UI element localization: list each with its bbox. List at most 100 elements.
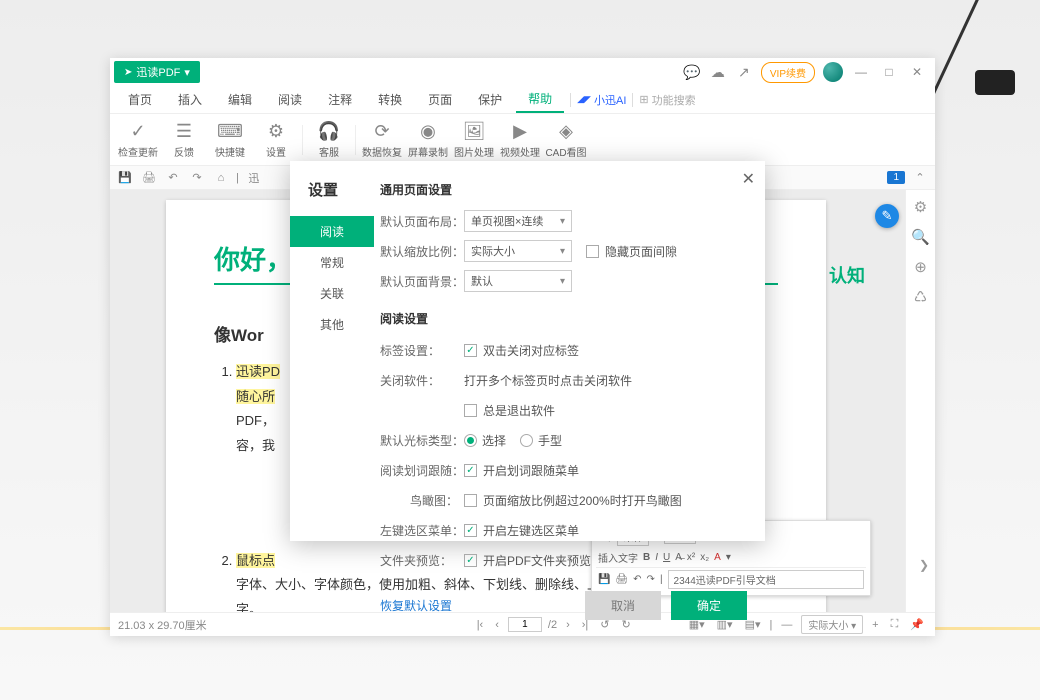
chat-icon[interactable]: 💬 <box>679 59 705 85</box>
setting-label: 默认缩放比例： <box>380 243 464 260</box>
setting-row-layout: 默认页面布局： 单页视图×连续 <box>380 210 747 232</box>
setting-label: 左键选区菜单： <box>380 522 464 539</box>
setting-row-seltrack: 阅读划词跟随： 开启划词跟随菜单 <box>380 459 747 481</box>
doc-greeting-tail: 认知 <box>829 262 865 288</box>
hide-gap-checkbox[interactable] <box>586 245 599 258</box>
maximize-button[interactable]: □ <box>875 59 903 85</box>
right-sidebar: ⚙ 🔍 ⊕ ♺ <box>905 190 935 612</box>
birdview-checkbox[interactable] <box>464 494 477 507</box>
next-page-icon[interactable]: › <box>563 619 573 631</box>
cursor-select-radio[interactable] <box>464 434 477 447</box>
zoom-out-icon[interactable]: — <box>778 619 795 631</box>
menu-protect[interactable]: 保护 <box>466 87 514 112</box>
zoom-icon[interactable]: ⊕ <box>914 258 927 276</box>
menu-page[interactable]: 页面 <box>416 87 464 112</box>
setting-label: 标签设置： <box>380 342 464 359</box>
last-page-icon[interactable]: ›| <box>579 619 592 631</box>
check-icon: ✓ <box>130 121 145 142</box>
gear-icon: ⚙ <box>268 121 284 142</box>
prev-page-icon[interactable]: ‹ <box>492 619 502 631</box>
menu-home[interactable]: 首页 <box>116 87 164 112</box>
image-icon: 🖼 <box>463 121 486 142</box>
tool-shortcuts[interactable]: ⌨快捷键 <box>208 117 252 163</box>
menu-read[interactable]: 阅读 <box>266 87 314 112</box>
tool-check-update[interactable]: ✓检查更新 <box>116 117 160 163</box>
menu-insert[interactable]: 插入 <box>166 87 214 112</box>
restore-defaults-link[interactable]: 恢复默认设置 <box>380 597 452 614</box>
app-name: 迅读PDF <box>136 64 180 80</box>
seltrack-checkbox[interactable] <box>464 464 477 477</box>
menu-annotate[interactable]: 注释 <box>316 87 364 112</box>
menu-edit[interactable]: 编辑 <box>216 87 264 112</box>
zoom-select[interactable]: 实际大小 ▾ <box>801 615 863 634</box>
scale-select[interactable]: 实际大小 <box>464 240 572 262</box>
settings-tab-read[interactable]: 阅读 <box>290 216 374 247</box>
cloud-refresh-icon[interactable]: ♺ <box>914 288 927 306</box>
cursor-hand-radio[interactable] <box>520 434 533 447</box>
bg-select[interactable]: 默认 <box>464 270 572 292</box>
share-icon[interactable]: ↗ <box>731 59 757 85</box>
video-icon: ▶ <box>513 121 527 142</box>
preview-checkbox[interactable] <box>464 554 477 567</box>
tool-image-process[interactable]: 🖼图片处理 <box>452 117 496 163</box>
chevron-up-icon[interactable]: ⌃ <box>911 171 929 184</box>
settings-tab-general[interactable]: 常规 <box>290 247 374 278</box>
pin-icon[interactable]: 📌 <box>907 618 927 631</box>
tool-support[interactable]: 🎧客服 <box>307 117 351 163</box>
search-icon[interactable]: 🔍 <box>911 228 930 246</box>
settings-dialog: ✕ 设置 阅读 常规 关联 其他 通用页面设置 默认页面布局： 单页视图×连续 … <box>290 161 765 541</box>
settings-tab-assoc[interactable]: 关联 <box>290 278 374 309</box>
leftmenu-checkbox[interactable] <box>464 524 477 537</box>
close-button[interactable]: ✕ <box>903 59 931 85</box>
tab-dropdown-icon[interactable]: 迅 <box>245 170 263 186</box>
checkbox-label: 双击关闭对应标签 <box>483 342 579 359</box>
cloud-icon[interactable]: ☁ <box>705 59 731 85</box>
page-indicator: 1 <box>887 171 905 184</box>
tool-screen-record[interactable]: ◉屏幕录制 <box>406 117 450 163</box>
zoom-in-icon[interactable]: + <box>869 619 881 631</box>
home-icon[interactable]: ⌂ <box>212 172 230 184</box>
redo-icon[interactable]: ↷ <box>188 171 206 184</box>
separator <box>355 125 356 155</box>
dialog-close-icon[interactable]: ✕ <box>742 169 755 189</box>
avatar[interactable] <box>823 62 843 82</box>
section-title: 阅读设置 <box>380 310 747 327</box>
checkbox-label: 隐藏页面间隙 <box>605 243 677 260</box>
first-page-icon[interactable]: |‹ <box>474 619 487 631</box>
menubar: 首页 插入 编辑 阅读 注释 转换 页面 保护 帮助 小迅AI ⊞功能搜索 <box>110 86 935 114</box>
tool-cad-view[interactable]: ◈CAD看图 <box>544 117 588 163</box>
tool-feedback[interactable]: ☰反馈 <box>162 117 206 163</box>
setting-label: 默认光标类型： <box>380 432 464 449</box>
setting-label: 阅读划词跟随： <box>380 462 464 479</box>
layout-select[interactable]: 单页视图×连续 <box>464 210 572 232</box>
save-icon[interactable]: 💾 <box>116 171 134 184</box>
separator <box>570 93 571 107</box>
menu-ai[interactable]: 小迅AI <box>577 92 626 108</box>
settings-tab-other[interactable]: 其他 <box>290 309 374 340</box>
tool-settings[interactable]: ⚙设置 <box>254 117 298 163</box>
expand-right-icon[interactable]: ❯ <box>919 558 929 572</box>
ok-button[interactable]: 确定 <box>671 591 747 620</box>
setting-row-scale: 默认缩放比例： 实际大小 隐藏页面间隙 <box>380 240 747 262</box>
undo-icon[interactable]: ↶ <box>164 171 182 184</box>
setting-row-leftmenu: 左键选区菜单： 开启左键选区菜单 <box>380 519 747 541</box>
radio-label: 手型 <box>538 432 562 449</box>
setting-row-cursor: 默认光标类型： 选择 手型 <box>380 429 747 451</box>
tool-data-recovery[interactable]: ⟳数据恢复 <box>360 117 404 163</box>
dblclick-close-checkbox[interactable] <box>464 344 477 357</box>
setting-row-preview: 文件夹预览： 开启PDF文件夹预览 <box>380 549 747 571</box>
vip-badge[interactable]: VIP续费 <box>761 62 815 83</box>
sliders-icon[interactable]: ⚙ <box>914 198 927 216</box>
menu-convert[interactable]: 转换 <box>366 87 414 112</box>
print-icon[interactable]: 🖨 <box>140 171 158 184</box>
setting-row-bg: 默认页面背景： 默认 <box>380 270 747 292</box>
menu-search[interactable]: ⊞功能搜索 <box>639 92 695 108</box>
floating-action-badge[interactable]: ✎ <box>875 204 899 228</box>
menu-help[interactable]: 帮助 <box>516 86 564 113</box>
tool-video-process[interactable]: ▶视频处理 <box>498 117 542 163</box>
always-exit-checkbox[interactable] <box>464 404 477 417</box>
checkbox-label: 开启PDF文件夹预览 <box>483 552 591 569</box>
minimize-button[interactable]: — <box>847 59 875 85</box>
cancel-button[interactable]: 取消 <box>585 591 661 620</box>
fullscreen-icon[interactable]: ⛶ <box>888 618 902 631</box>
